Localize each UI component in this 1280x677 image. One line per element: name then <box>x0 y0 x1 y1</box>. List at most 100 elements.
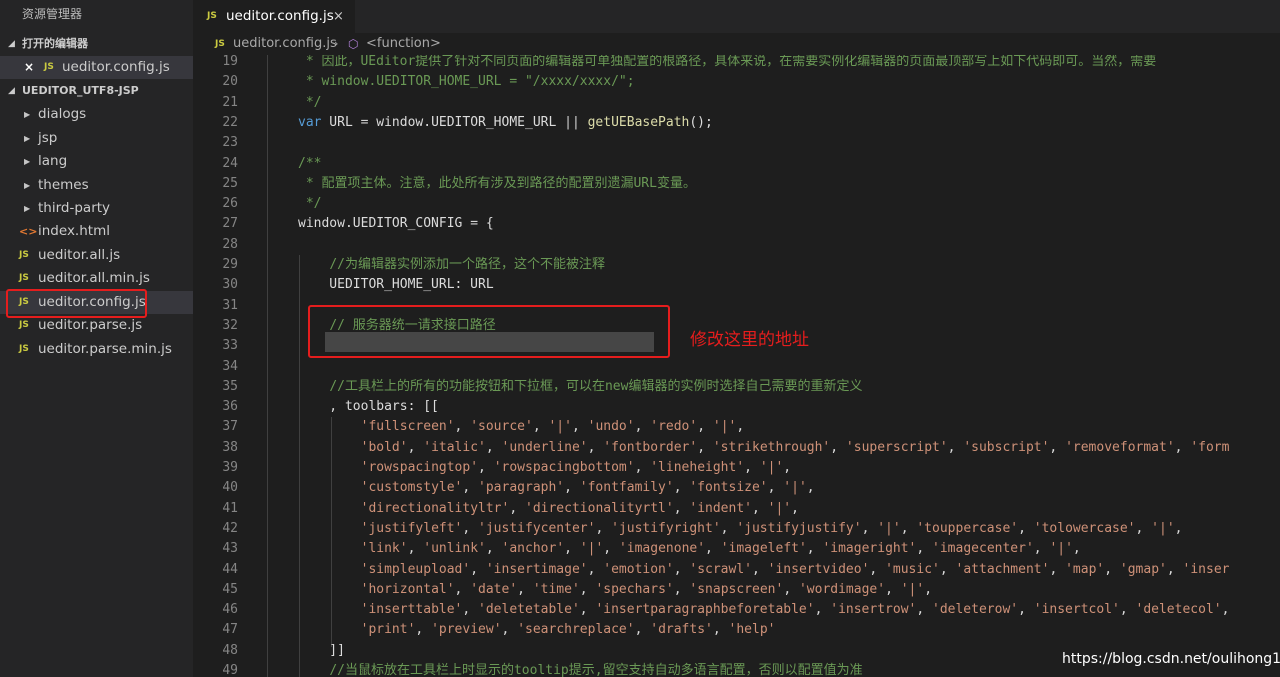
code-token: , <box>485 439 502 455</box>
line-number: 46 <box>222 602 238 618</box>
folder-item[interactable]: ▶ dialogs <box>0 103 193 126</box>
code-token: , <box>673 500 690 516</box>
line-number: 47 <box>222 622 238 638</box>
folder-item[interactable]: ▶ lang <box>0 150 193 173</box>
code-line: 19 * 因此，UEditor提供了针对不同页面的编辑器可单独配置的根路径，具体… <box>193 55 1280 72</box>
code-token: 'underline' <box>501 439 588 455</box>
code-token: //当鼠标放在工具栏上时显示的tooltip提示,留空支持自动多语言配置，否则以… <box>329 663 863 677</box>
code-token: , <box>462 520 479 536</box>
code-token: 'emotion' <box>603 561 674 577</box>
project-header[interactable]: ◢ UEDITOR_UTF8-JSP <box>0 80 193 102</box>
code-token: '|' <box>900 581 925 597</box>
code-token: 'redo' <box>650 419 698 435</box>
code-token: , <box>470 561 486 577</box>
file-item[interactable]: JS ueditor.parse.min.js <box>0 338 193 361</box>
breadcrumb-symbol[interactable]: <function> <box>366 33 441 55</box>
code-text: 'inserttable', 'deletetable', 'insertpar… <box>298 600 1230 620</box>
code-token: , <box>571 419 588 435</box>
annotation-text: 修改这里的地址 <box>690 330 809 350</box>
code-token: 'snapscreen' <box>689 581 784 597</box>
code-token: , <box>1049 561 1066 577</box>
code-text: window.UEDITOR_CONFIG = { <box>298 214 494 234</box>
code-editor[interactable]: 19 * 因此，UEditor提供了针对不同页面的编辑器可单独配置的根路径，具体… <box>193 55 1280 677</box>
code-token: , <box>462 480 479 496</box>
tab-ueditor-config[interactable]: JS ueditor.config.js × <box>193 0 355 33</box>
code-token: 'directionalityltr' <box>360 500 510 516</box>
code-token: '|' <box>579 541 604 557</box>
code-line: 45 'horizontal', 'date', 'time', 'specha… <box>193 580 1280 600</box>
code-token: 'deletecol' <box>1135 602 1222 618</box>
code-token: = <box>470 216 479 232</box>
code-token: , <box>485 541 502 557</box>
code-line: 40 'customstyle', 'paragraph', 'fontfami… <box>193 478 1280 498</box>
code-token: , <box>712 622 729 638</box>
code-token: 'insertparagraphbeforetable' <box>595 602 815 618</box>
folder-item[interactable]: ▶ jsp <box>0 127 193 150</box>
code-line: 38 'bold', 'italic', 'underline', 'fontb… <box>193 438 1280 458</box>
line-number: 49 <box>222 663 238 677</box>
code-token: 'italic' <box>423 439 486 455</box>
code-token: 'wordimage' <box>798 581 886 597</box>
code-line: 26 */ <box>193 194 1280 214</box>
code-line: 21 */ <box>193 93 1280 113</box>
code-token: , <box>673 581 690 597</box>
close-icon[interactable]: × <box>333 0 344 33</box>
code-token: , <box>830 439 846 455</box>
line-number: 26 <box>222 196 238 212</box>
code-text: 'horizontal', 'date', 'time', 'spechars'… <box>298 580 932 600</box>
line-number: 22 <box>222 114 238 130</box>
code-line: 35 //工具栏上的所有的功能按钮和下拉框，可以在new编辑器的实例时选择自己需… <box>193 377 1280 397</box>
folder-item[interactable]: ▶ third-party <box>0 197 193 220</box>
code-token: , <box>603 541 619 557</box>
file-item[interactable]: <> index.html <box>0 220 193 243</box>
code-token: 'bold' <box>360 439 408 455</box>
breadcrumb-file[interactable]: ueditor.config.js <box>233 33 337 55</box>
code-token: , <box>705 541 721 557</box>
folder-item[interactable]: ▶ themes <box>0 174 193 197</box>
code-token: , <box>1166 561 1183 577</box>
code-token: 'imagecenter' <box>932 541 1034 557</box>
code-token: , <box>517 581 533 597</box>
code-line: 42 'justifyleft', 'justifycenter', 'just… <box>193 519 1280 539</box>
code-token: 'justifyjustify' <box>736 520 862 536</box>
code-token: , <box>634 460 651 475</box>
code-token: 'source' <box>470 419 533 435</box>
code-token: , <box>916 541 933 557</box>
code-text: //工具栏上的所有的功能按钮和下拉框，可以在new编辑器的实例时选择自己需要的重… <box>298 377 862 397</box>
code-token: 'rowspacingbottom' <box>493 460 635 475</box>
code-line: 37 'fullscreen', 'source', '|', 'undo', … <box>193 417 1280 437</box>
folder-label: third-party <box>38 200 111 216</box>
close-icon[interactable]: × <box>24 56 34 79</box>
code-token: , <box>767 480 784 496</box>
code-token: , <box>947 439 964 455</box>
open-editors-header[interactable]: ◢ 打开的编辑器 <box>0 33 193 55</box>
file-item[interactable]: JS ueditor.all.min.js <box>0 267 193 290</box>
code-token: 'justifyright' <box>611 520 721 536</box>
code-token: 'imageleft' <box>720 541 807 557</box>
code-line: 25 * 配置项主体。注意，此处所有涉及到路径的配置别遗漏URL变量。 <box>193 174 1280 194</box>
code-token: * 因此，UEditor提供了针对不同页面的编辑器可单独配置的根路径，具体来说，… <box>298 55 1157 69</box>
breadcrumb: JS ueditor.config.js › ⬡ <function> <box>193 33 1280 55</box>
code-token: , <box>783 460 792 475</box>
js-icon: JS <box>19 249 29 260</box>
code-token: , <box>587 439 604 455</box>
file-item[interactable]: JS ueditor.all.js <box>0 244 193 267</box>
code-token: 'horizontal' <box>360 581 455 597</box>
chevron-right-icon: ▶ <box>24 180 31 190</box>
code-line: 22 var URL = window.UEDITOR_HOME_URL || g… <box>193 113 1280 133</box>
code-token: '|' <box>1049 541 1073 557</box>
code-token: , <box>697 439 713 455</box>
code-token: , <box>407 541 424 557</box>
line-number: 29 <box>222 257 238 272</box>
open-editor-item[interactable]: × JS ueditor.config.js <box>0 56 193 79</box>
code-token: , <box>1033 541 1050 557</box>
code-token: 'help' <box>728 622 776 638</box>
code-token: , <box>736 419 745 435</box>
line-number: 31 <box>222 297 238 313</box>
code-token: 'link' <box>360 541 408 557</box>
code-text: 'rowspacingtop', 'rowspacingbottom', 'li… <box>298 458 792 478</box>
code-token: '|' <box>767 500 792 516</box>
line-number: 24 <box>222 155 238 171</box>
